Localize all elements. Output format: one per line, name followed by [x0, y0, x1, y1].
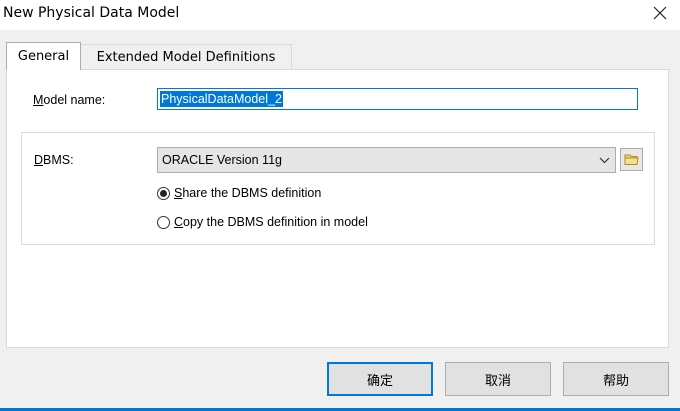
radio-copy-mnemonic: C: [174, 215, 184, 229]
help-button[interactable]: 帮助: [563, 362, 669, 396]
tab-general[interactable]: General: [6, 42, 81, 70]
title-bar: New Physical Data Model: [0, 0, 680, 30]
chevron-down-icon: [598, 153, 610, 167]
folder-icon: [624, 154, 639, 165]
close-icon[interactable]: [650, 3, 670, 23]
model-name-input[interactable]: PhysicalDataModel_2: [157, 88, 638, 110]
dbms-selected-value: ORACLE Version 11g: [162, 153, 282, 167]
radio-copy-label: Copy the DBMS definition in model: [174, 215, 368, 229]
radio-copy-button[interactable]: [157, 215, 170, 229]
cancel-button-label: 取消: [484, 373, 511, 389]
browse-dbms-button[interactable]: [620, 148, 643, 171]
dbms-mnemonic: D: [34, 153, 44, 167]
dbms-label-rest: BMS:: [43, 153, 74, 167]
cancel-button[interactable]: 取消: [445, 362, 551, 396]
window-title: New Physical Data Model: [3, 5, 180, 21]
radio-copy-definition[interactable]: Copy the DBMS definition in model: [157, 215, 368, 229]
tab-general-label: General: [17, 49, 70, 64]
close-icon-glyph: [653, 6, 667, 20]
tab-extended-model-definitions[interactable]: Extended Model Definitions: [81, 44, 292, 70]
help-button-label: 帮助: [602, 373, 629, 389]
tab-extended-label: Extended Model Definitions: [96, 50, 276, 65]
dbms-label: DBMS:: [34, 153, 74, 167]
radio-copy-label-rest: opy the DBMS definition in model: [183, 215, 368, 229]
ok-button-label: 确定: [366, 373, 393, 389]
model-name-value: PhysicalDataModel_2: [160, 91, 283, 107]
dbms-select[interactable]: ORACLE Version 11g: [157, 147, 616, 173]
radio-share-label-rest: hare the DBMS definition: [182, 186, 322, 200]
radio-share-definition[interactable]: Share the DBMS definition: [157, 186, 321, 200]
radio-share-button[interactable]: [157, 186, 170, 200]
radio-share-label: Share the DBMS definition: [174, 186, 321, 200]
model-name-label: Model name:: [33, 93, 105, 107]
model-name-mnemonic: M: [33, 93, 44, 107]
model-name-label-rest: odel name:: [43, 93, 106, 107]
ok-button[interactable]: 确定: [327, 362, 433, 396]
